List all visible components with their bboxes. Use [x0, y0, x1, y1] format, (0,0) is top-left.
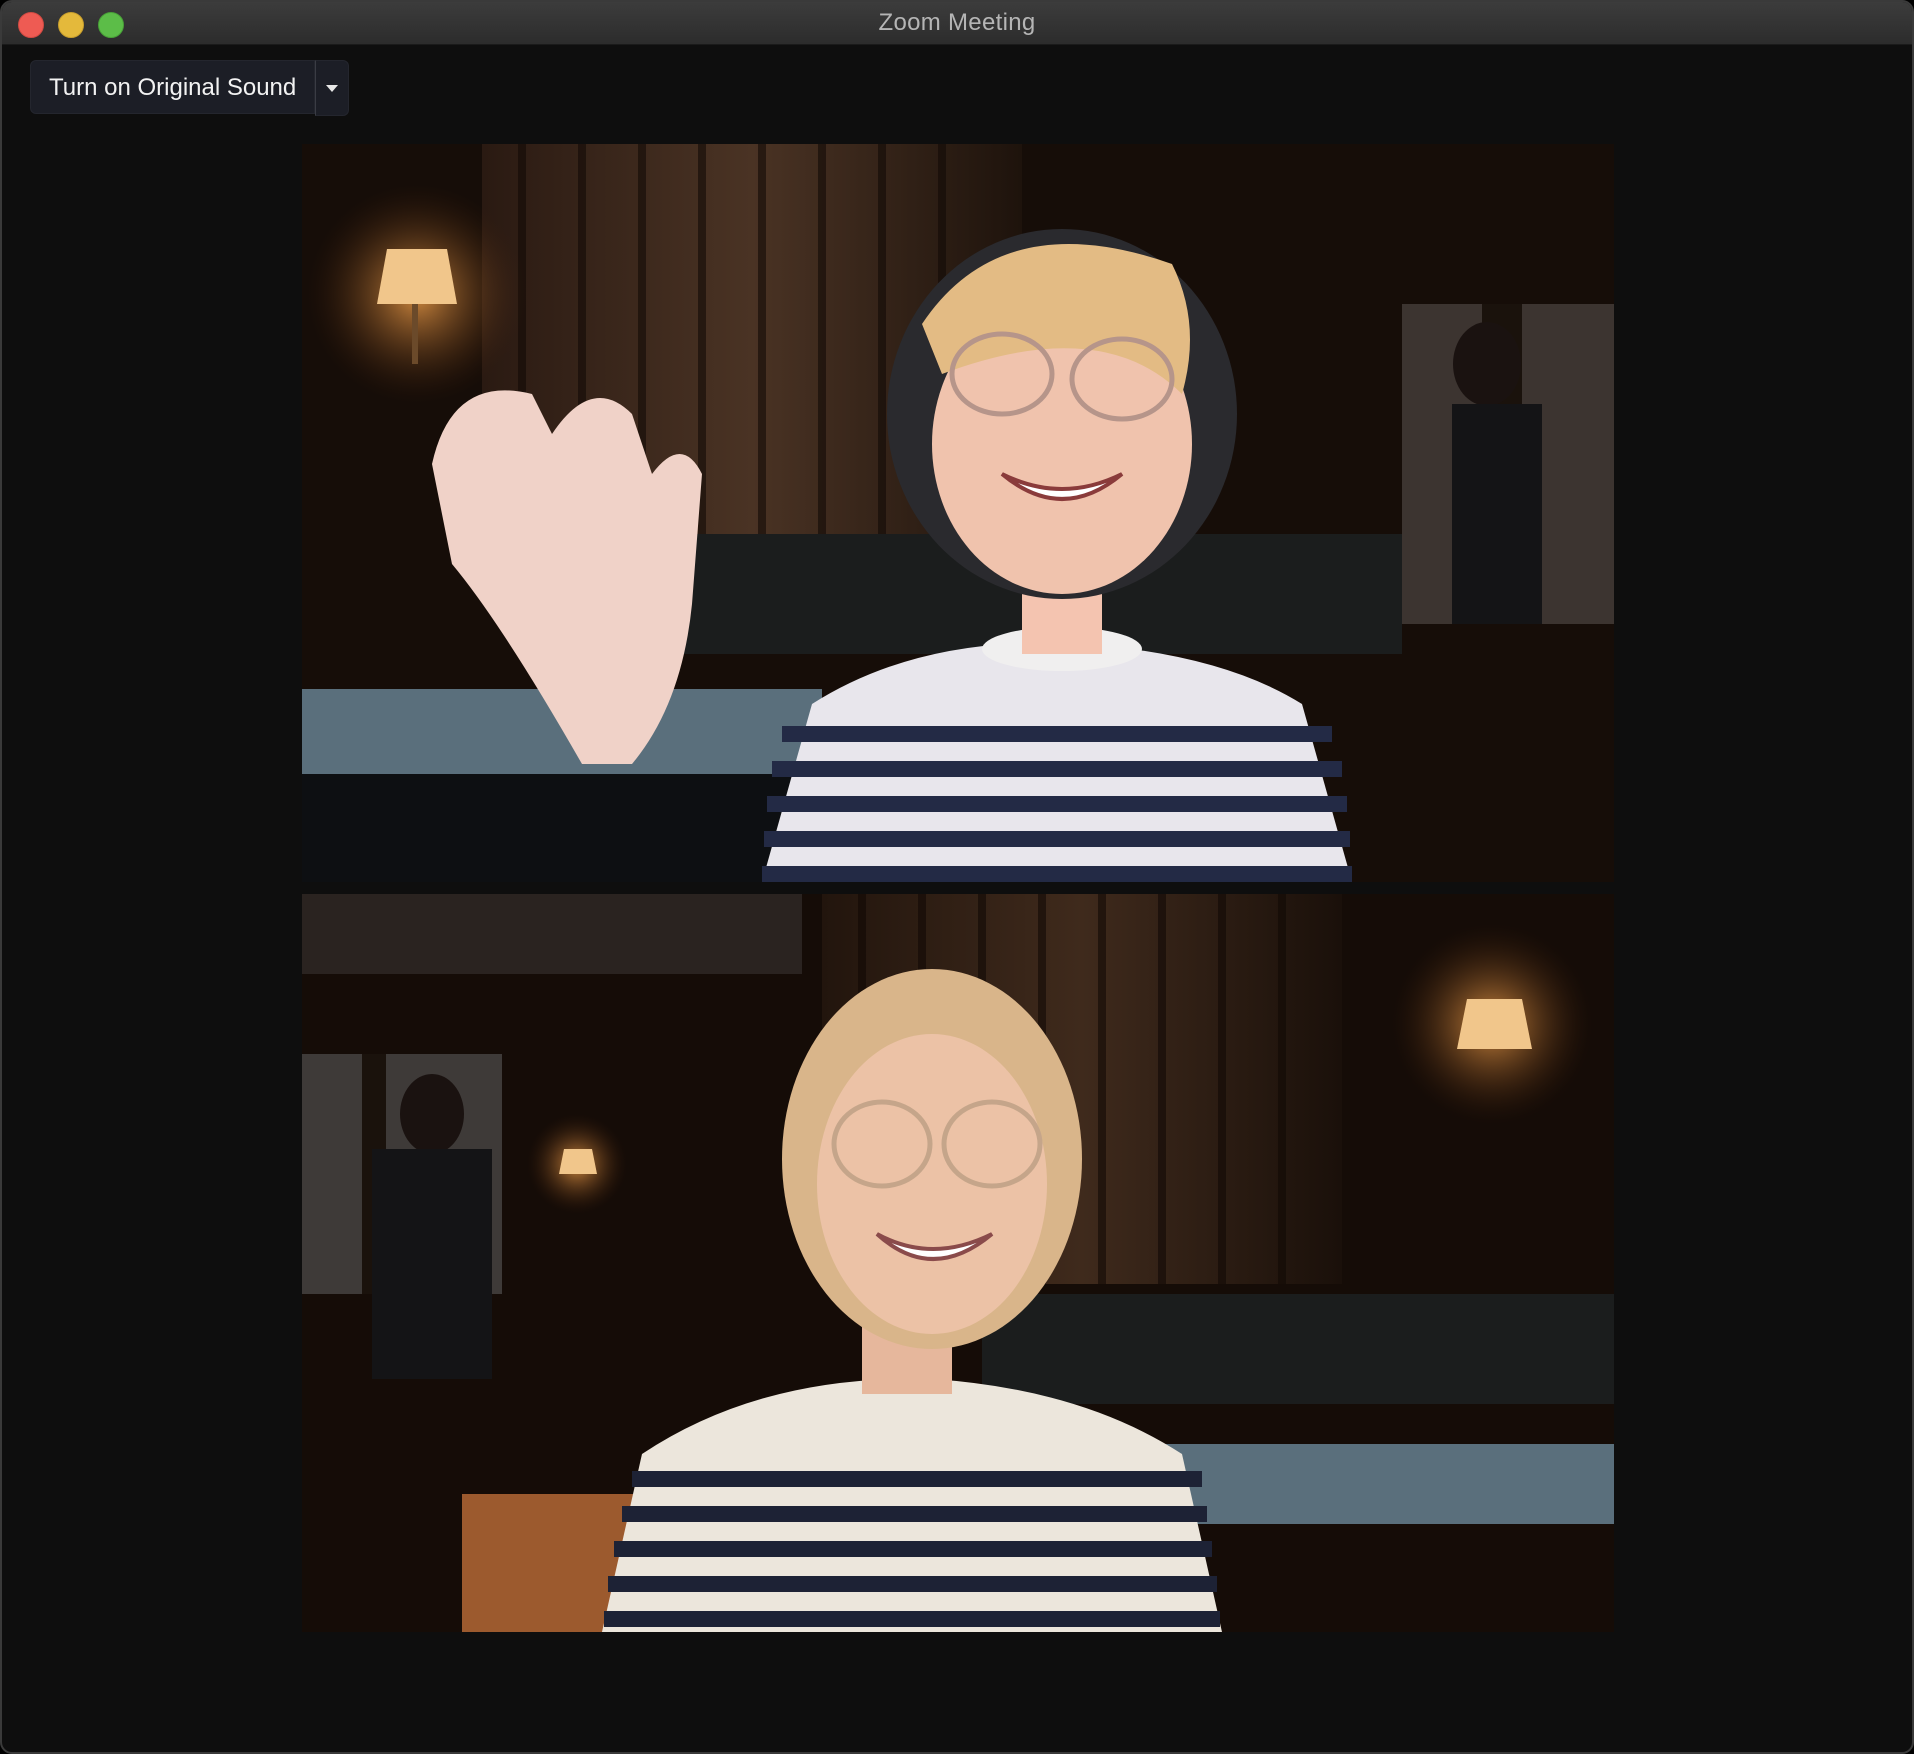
zoom-meeting-window: Zoom Meeting Turn on Original Sound	[0, 0, 1914, 1754]
original-sound-button[interactable]: Turn on Original Sound	[30, 60, 316, 114]
video-feed-image	[302, 144, 1614, 882]
original-sound-dropdown-button[interactable]	[315, 60, 350, 116]
participant-video-2[interactable]	[302, 894, 1614, 1632]
chevron-down-icon	[326, 85, 339, 92]
original-sound-control: Turn on Original Sound	[30, 60, 350, 116]
participant-video-1[interactable]	[302, 144, 1614, 882]
window-title: Zoom Meeting	[878, 9, 1036, 36]
title-bar: Zoom Meeting	[2, 2, 1912, 45]
video-feed-image	[302, 894, 1614, 1632]
